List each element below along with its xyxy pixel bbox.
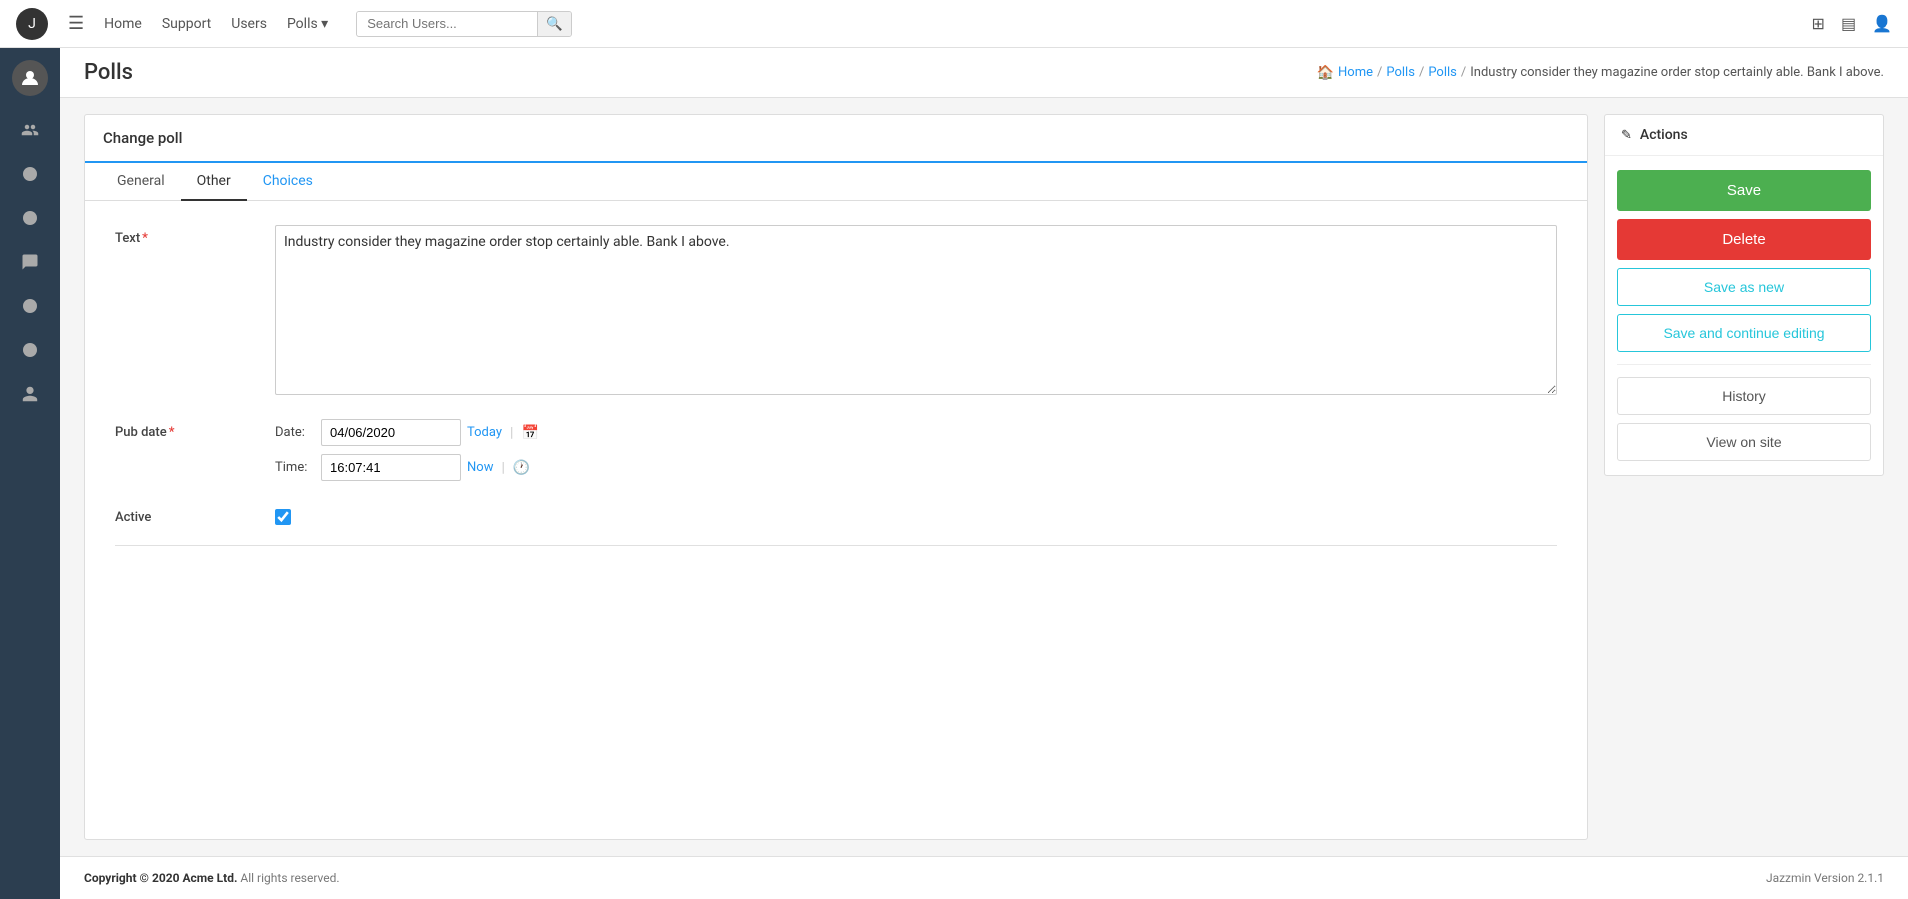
save-continue-button[interactable]: Save and continue editing	[1617, 314, 1871, 352]
calendar-icon[interactable]: 📅	[521, 425, 538, 441]
actions-header: ✎ Actions	[1605, 115, 1883, 156]
active-checkbox[interactable]	[275, 509, 291, 525]
sidebar-icon-circle2[interactable]	[12, 200, 48, 236]
history-button[interactable]: History	[1617, 377, 1871, 415]
tabs: General Other Choices	[85, 163, 1587, 201]
page-title: Polls	[84, 60, 133, 85]
pubdate-field: Date: Today | 📅 Time: Now |	[275, 419, 1557, 489]
text-field: Industry consider they magazine order st…	[275, 225, 1557, 399]
active-form-row: Active	[115, 509, 1557, 525]
hamburger-icon[interactable]: ☰	[68, 13, 84, 34]
pubdate-form-row: Pub date* Date: Today | 📅 Time:	[115, 419, 1557, 489]
today-link[interactable]: Today	[467, 425, 502, 440]
actions-body: Save Delete Save as new Save and continu…	[1605, 156, 1883, 475]
delete-button[interactable]: Delete	[1617, 219, 1871, 260]
date-input[interactable]	[321, 419, 461, 446]
search-container: 🔍	[356, 11, 572, 37]
footer-version: Jazzmin Version 2.1.1	[1766, 871, 1884, 885]
breadcrumb-polls2-link[interactable]: Polls	[1428, 65, 1457, 80]
left-sidebar	[0, 48, 60, 899]
nav-right-icons: ⊞ ▤ 👤	[1812, 14, 1892, 33]
pubdate-label: Pub date*	[115, 419, 275, 440]
save-as-new-button[interactable]: Save as new	[1617, 268, 1871, 306]
support-link[interactable]: Support	[162, 16, 211, 32]
sidebar-icon-circle1[interactable]	[12, 156, 48, 192]
tab-other[interactable]: Other	[181, 163, 247, 201]
footer-copyright: Copyright © 2020 Acme Ltd. All rights re…	[84, 871, 340, 885]
date-sublabel: Date:	[275, 425, 315, 440]
search-button[interactable]: 🔍	[537, 12, 571, 36]
form-panel: Change poll General Other Choices Text*	[84, 114, 1588, 840]
active-label: Active	[115, 510, 275, 525]
breadcrumb-current: Industry consider they magazine order st…	[1470, 65, 1884, 80]
actions-panel: ✎ Actions Save Delete Save as new Save a…	[1604, 114, 1884, 840]
sidebar-icon-users[interactable]	[12, 112, 48, 148]
actions-divider	[1617, 364, 1871, 365]
grid-icon[interactable]: ⊞	[1812, 14, 1825, 33]
sidebar-icon-chat[interactable]	[12, 244, 48, 280]
tab-choices[interactable]: Choices	[247, 163, 329, 201]
search-input[interactable]	[357, 12, 537, 35]
text-label: Text*	[115, 225, 275, 246]
breadcrumb-polls1-link[interactable]: Polls	[1386, 65, 1415, 80]
view-on-site-button[interactable]: View on site	[1617, 423, 1871, 461]
form-divider	[115, 545, 1557, 546]
user-profile-icon[interactable]: 👤	[1872, 14, 1892, 33]
sidebar-icon-person[interactable]	[12, 376, 48, 412]
content-area: Polls 🏠 Home / Polls / Polls / Industry …	[60, 48, 1908, 899]
sidebar-icon-circle4[interactable]	[12, 332, 48, 368]
list-icon[interactable]: ▤	[1841, 14, 1856, 33]
actions-title: Actions	[1640, 127, 1688, 143]
page-header: Polls 🏠 Home / Polls / Polls / Industry …	[60, 48, 1908, 98]
actions-box: ✎ Actions Save Delete Save as new Save a…	[1604, 114, 1884, 476]
sidebar-icon-circle3[interactable]	[12, 288, 48, 324]
breadcrumb-home-link[interactable]: Home	[1338, 65, 1373, 80]
nav-links: Home Support Users Polls ▾	[104, 16, 328, 32]
edit-icon: ✎	[1621, 128, 1632, 143]
text-form-row: Text* Industry consider they magazine or…	[115, 225, 1557, 399]
inner-content: Change poll General Other Choices Text*	[60, 98, 1908, 856]
footer: Copyright © 2020 Acme Ltd. All rights re…	[60, 856, 1908, 899]
form-panel-header: Change poll	[85, 115, 1587, 163]
breadcrumb: 🏠 Home / Polls / Polls / Industry consid…	[1317, 65, 1884, 81]
time-input[interactable]	[321, 454, 461, 481]
time-row: Time: Now | 🕐	[275, 454, 1557, 481]
avatar[interactable]	[12, 60, 48, 96]
text-textarea[interactable]: Industry consider they magazine order st…	[275, 225, 1557, 395]
breadcrumb-home-icon: 🏠	[1317, 65, 1334, 81]
users-link[interactable]: Users	[231, 16, 267, 32]
form-body: Text* Industry consider they magazine or…	[85, 201, 1587, 586]
tab-general[interactable]: General	[101, 163, 181, 201]
time-sublabel: Time:	[275, 460, 315, 475]
app-logo: J	[16, 8, 48, 40]
now-link[interactable]: Now	[467, 460, 493, 475]
main-layout: Polls 🏠 Home / Polls / Polls / Industry …	[0, 48, 1908, 899]
clock-icon[interactable]: 🕐	[513, 460, 530, 476]
date-row: Date: Today | 📅	[275, 419, 1557, 446]
save-button[interactable]: Save	[1617, 170, 1871, 211]
polls-link[interactable]: Polls ▾	[287, 16, 328, 32]
home-link[interactable]: Home	[104, 16, 142, 32]
top-nav: J ☰ Home Support Users Polls ▾ 🔍 ⊞ ▤ 👤	[0, 0, 1908, 48]
